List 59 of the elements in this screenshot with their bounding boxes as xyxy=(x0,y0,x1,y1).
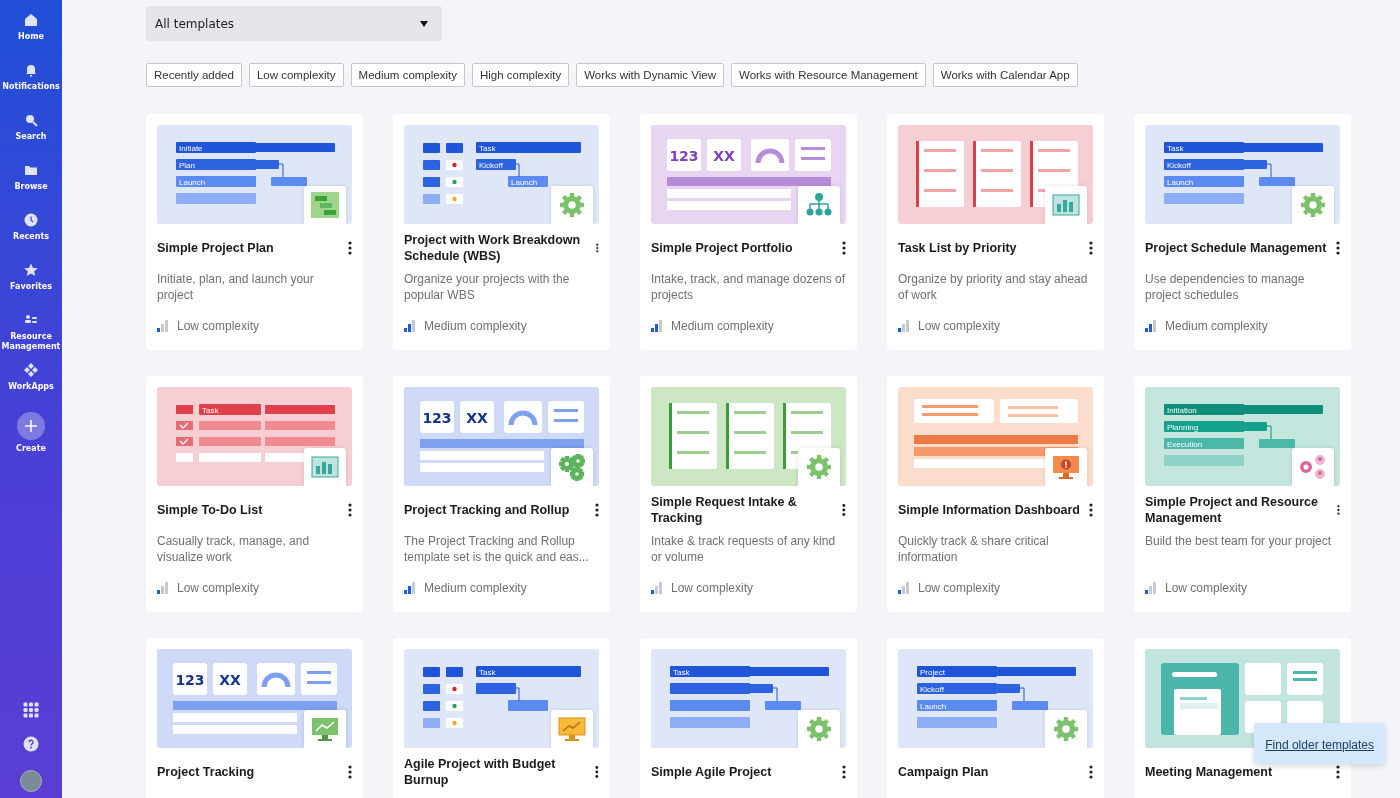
template-title: Simple Project Portfolio xyxy=(651,239,793,256)
bar-label: Kickoff xyxy=(1167,160,1191,170)
template-description: Organize by priority and stay ahead of work xyxy=(898,271,1089,303)
bar-label: Launch xyxy=(1167,177,1194,187)
bar-label: Kickoff xyxy=(920,684,944,694)
template-title: Simple To-Do List xyxy=(157,501,263,518)
bar-label: Launch xyxy=(920,701,947,711)
bar-label: Project xyxy=(920,667,945,677)
template-title: Project Schedule Management xyxy=(1145,239,1327,256)
template-title: Project Tracking and Rollup xyxy=(404,501,570,518)
complexity-label: Medium complexity xyxy=(424,581,527,595)
tile-number: 123 xyxy=(669,148,699,164)
complexity-label: Low complexity xyxy=(177,581,260,595)
bar-label: Task xyxy=(673,667,690,677)
template-title: Meeting Management xyxy=(1145,763,1273,780)
template-title: Simple Agile Project xyxy=(651,763,772,780)
complexity-label: Low complexity xyxy=(177,319,260,333)
template-description: Intake & track requests of any kind or volume xyxy=(651,533,837,565)
template-description: Intake, track, and manage dozens of projects xyxy=(651,271,846,303)
template-title: Simple Request Intake & Tracking xyxy=(651,493,798,526)
tile-number: XX xyxy=(713,148,735,164)
complexity-label: Medium complexity xyxy=(1165,319,1268,333)
template-description: Build the best team for your project xyxy=(1145,533,1333,550)
bar-label: Planning xyxy=(1167,422,1199,432)
bar-label: Initiate xyxy=(179,143,203,153)
complexity-label: Medium complexity xyxy=(671,319,774,333)
complexity-label: Medium complexity xyxy=(424,319,527,333)
bar-label: Task xyxy=(479,667,496,677)
complexity-label: Low complexity xyxy=(918,319,1001,333)
complexity-label: Low complexity xyxy=(671,581,754,595)
bar-label: Kickoff xyxy=(479,160,503,170)
bar-label: Execution xyxy=(1167,439,1203,449)
bar-label: Launch xyxy=(511,177,538,187)
bar-label: Initiation xyxy=(1167,405,1197,415)
tile-number: 123 xyxy=(422,410,452,426)
template-title: Project Tracking xyxy=(157,763,255,780)
complexity-label: Low complexity xyxy=(1165,581,1248,595)
template-description: Use dependencies to manage project schedules xyxy=(1145,271,1306,303)
bar-label: Task xyxy=(1167,143,1184,153)
template-description: Organize your projects with the popular WBS xyxy=(404,271,571,303)
template-title: Campaign Plan xyxy=(898,763,989,780)
bar-label: Task xyxy=(479,143,496,153)
template-title: Agile Project with Budget Burnup xyxy=(404,755,557,788)
template-title: Simple Information Dashboard xyxy=(898,501,1080,518)
bar-label: Task xyxy=(202,405,219,415)
template-title: Simple Project Plan xyxy=(157,239,274,256)
complexity-label: Low complexity xyxy=(918,581,1001,595)
template-description: The Project Tracking and Rollup template set is the quick and eas... xyxy=(404,533,590,565)
template-description: Casually track, manage, and visualize work xyxy=(157,533,311,565)
bar-label: Launch xyxy=(179,177,206,187)
bar-label: Plan xyxy=(179,160,195,170)
template-title: Project with Work Breakdown Schedule (WBS) xyxy=(404,231,582,264)
tile-number: XX xyxy=(466,410,488,426)
tile-number: 123 xyxy=(175,672,205,688)
template-title: Task List by Priority xyxy=(898,239,1017,256)
tile-number: XX xyxy=(219,672,241,688)
template-title: Simple Project and Resource Management xyxy=(1145,493,1319,526)
template-description: Initiate, plan, and launch your project xyxy=(157,271,315,303)
template-description: Quickly track & share critical information xyxy=(898,533,1050,565)
